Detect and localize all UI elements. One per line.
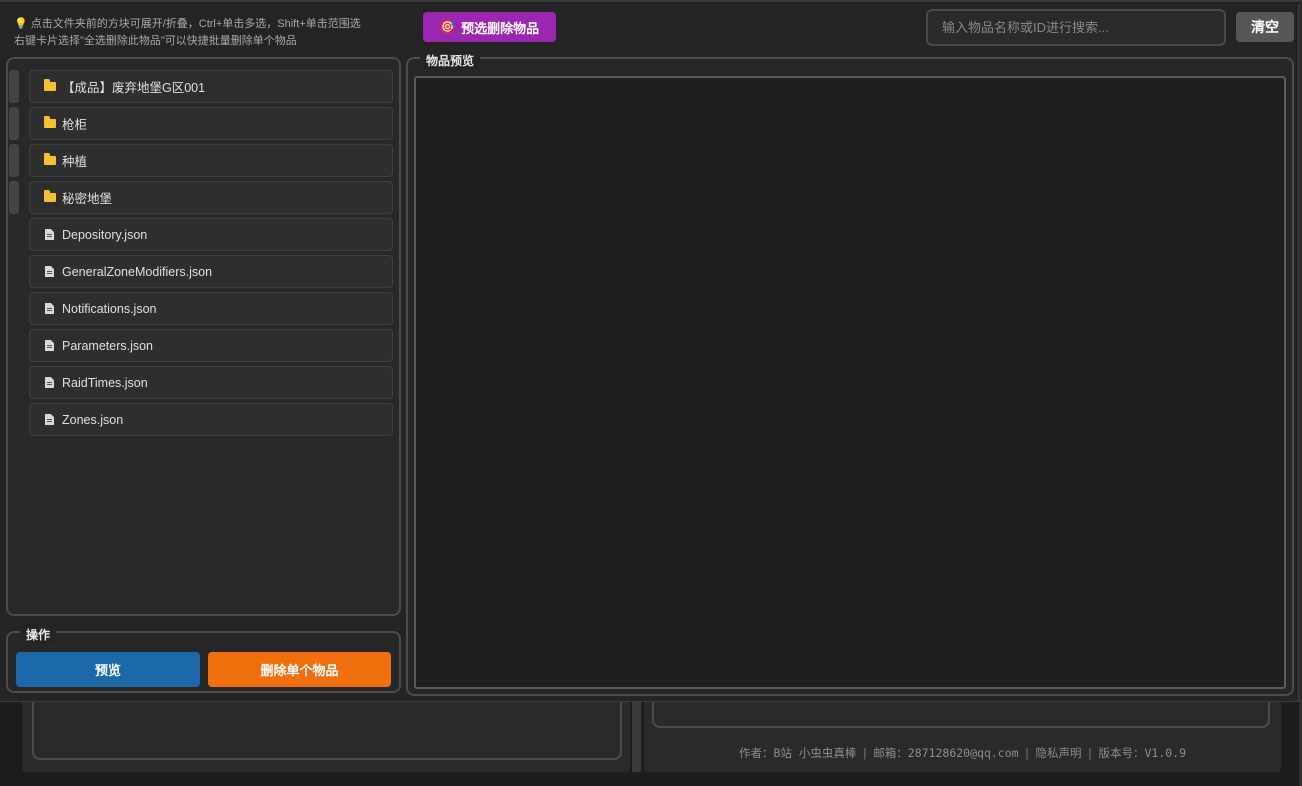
usage-hint: 💡 点击文件夹前的方块可展开/折叠，Ctrl+单击多选，Shift+单击范围选 右… <box>14 16 394 50</box>
tree-file-item[interactable]: Zones.json <box>29 403 393 436</box>
tree-folder-item[interactable]: 枪柜 <box>29 107 393 140</box>
tree-item-label: Zones.json <box>62 412 124 427</box>
tree-file-item[interactable]: Notifications.json <box>29 292 393 325</box>
tree-item-label: Depository.json <box>62 227 148 242</box>
tree-file-item[interactable]: GeneralZoneModifiers.json <box>29 255 393 288</box>
search-input[interactable] <box>926 9 1226 46</box>
tree-folder-item[interactable]: 秘密地堡 <box>29 181 393 214</box>
file-icon <box>45 340 54 351</box>
preview-button[interactable]: 预览 <box>16 652 200 687</box>
footer-email: 邮箱：287128620@qq.com <box>873 746 1019 760</box>
item-preview-area[interactable] <box>414 76 1286 689</box>
footer-version: 版本号：V1.0.9 <box>1098 746 1186 760</box>
file-icon <box>45 303 54 314</box>
preselect-delete-button[interactable]: 🎯 预选删除物品 <box>423 12 556 42</box>
footer-privacy-link[interactable]: 隐私声明 <box>1036 746 1082 760</box>
hint-line-2: 右键卡片选择"全选删除此物品"可以快捷批量删除单个物品 <box>14 35 297 47</box>
tree-item-label: 秘密地堡 <box>62 192 113 206</box>
window-top-edge <box>0 0 1302 2</box>
tree-file-item[interactable]: Parameters.json <box>29 329 393 362</box>
folder-expand-toggle[interactable] <box>9 70 19 103</box>
footer-author: 作者：B站 小虫虫真棒 <box>739 746 857 760</box>
folder-icon <box>44 116 56 128</box>
tree-folder-item[interactable]: 【成品】废弃地堡G区001 <box>29 70 393 103</box>
tree-item-label: 种植 <box>62 155 88 169</box>
file-icon <box>45 377 54 388</box>
folder-icon <box>44 190 56 202</box>
tree-item-label: 【成品】废弃地堡G区001 <box>62 81 206 95</box>
preselect-delete-label: 预选删除物品 <box>461 20 540 36</box>
folder-expand-toggle[interactable] <box>9 107 19 140</box>
tree-file-item[interactable]: Depository.json <box>29 218 393 251</box>
folder-expand-toggle[interactable] <box>9 144 19 177</box>
target-icon: 🎯 <box>439 19 457 34</box>
tree-item-label: RaidTimes.json <box>62 375 148 390</box>
folder-expand-toggle[interactable] <box>9 181 19 214</box>
tree-item-label: Notifications.json <box>62 301 157 316</box>
tree-item-label: Parameters.json <box>62 338 154 353</box>
hint-line-1: 点击文件夹前的方块可展开/折叠，Ctrl+单击多选，Shift+单击范围选 <box>30 18 361 30</box>
delete-single-item-button[interactable]: 删除单个物品 <box>208 652 391 687</box>
clear-button[interactable]: 清空 <box>1236 12 1294 42</box>
file-icon <box>45 414 54 425</box>
footer: 作者：B站 小虫虫真棒 | 邮箱：287128620@qq.com | 隐私声明 | 版本号… <box>739 746 1186 760</box>
file-icon <box>45 266 54 277</box>
tree-item-label: 枪柜 <box>62 118 88 132</box>
lightbulb-icon: 💡 <box>14 18 28 30</box>
folder-icon <box>44 153 56 165</box>
tree-item-label: GeneralZoneModifiers.json <box>62 264 213 279</box>
folder-icon <box>44 79 56 91</box>
operations-group-title: 操作 <box>20 626 57 643</box>
tree-file-item[interactable]: RaidTimes.json <box>29 366 393 399</box>
background-splitter[interactable] <box>632 690 641 772</box>
item-preview-title: 物品预览 <box>420 52 481 69</box>
file-icon <box>45 229 54 240</box>
tree-folder-item[interactable]: 种植 <box>29 144 393 177</box>
